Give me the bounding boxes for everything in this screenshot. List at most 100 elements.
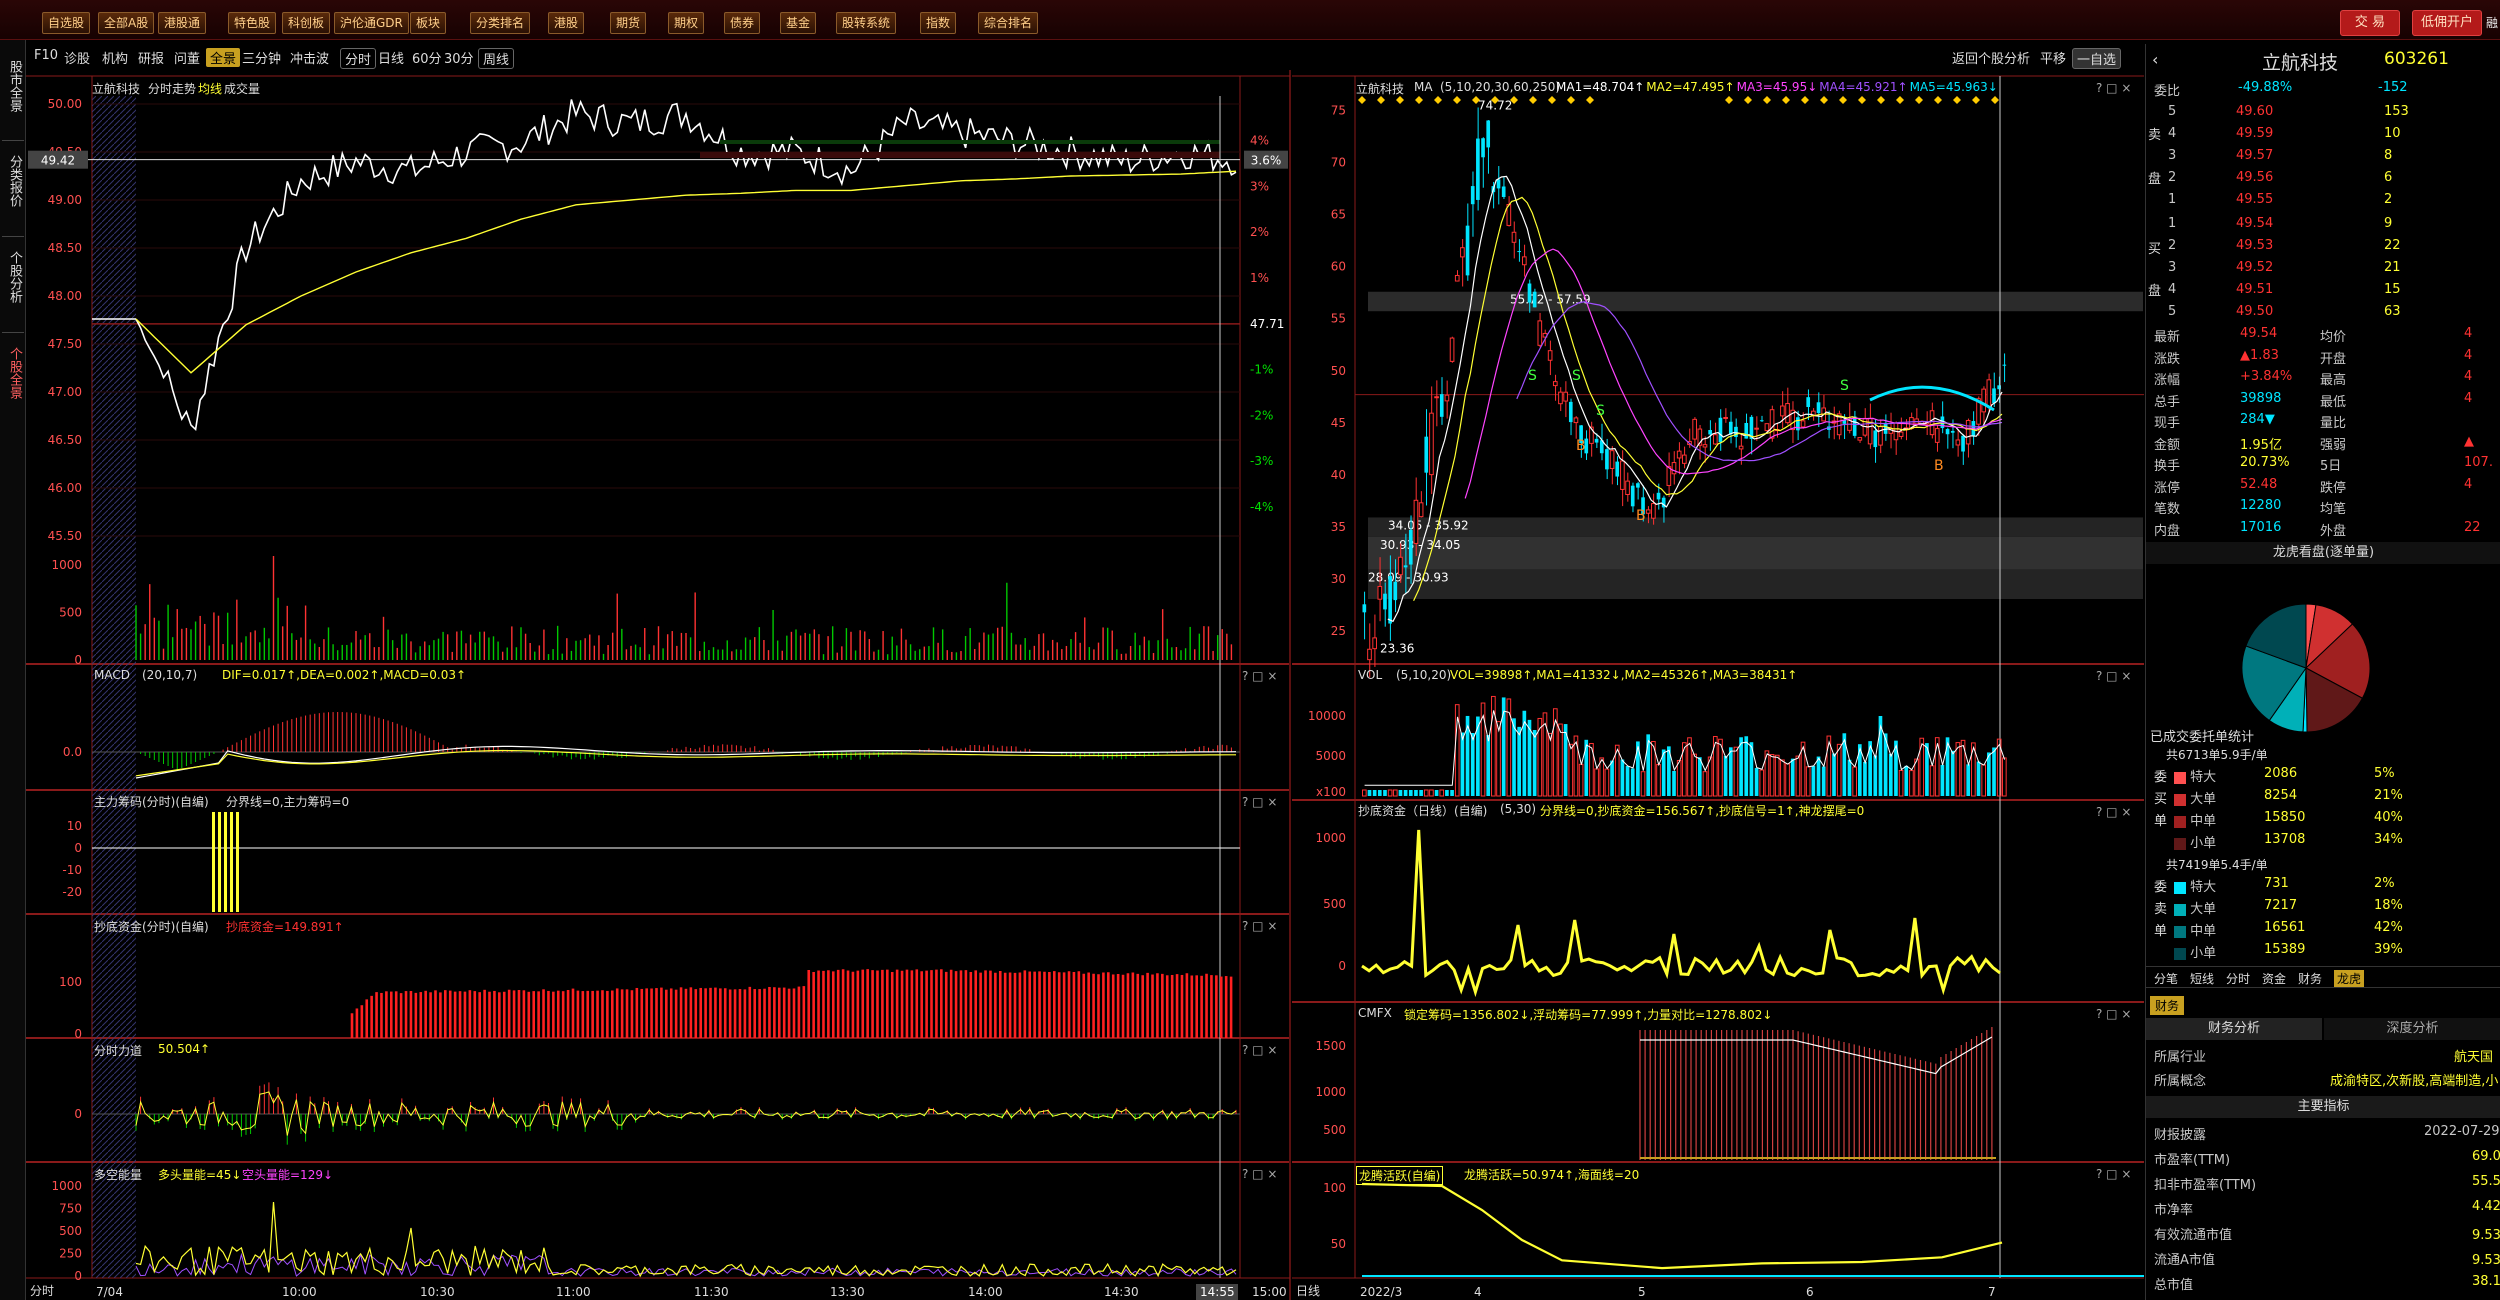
trade-button[interactable]: 交 易 (2340, 10, 2400, 36)
legend-swatch (2174, 881, 2186, 894)
lt-title[interactable]: 龙腾活跃(自编) (1356, 1166, 1444, 1185)
signal-b-0: B (1576, 438, 1586, 454)
rvol-bar-36 (1547, 733, 1553, 797)
legend-swatch (2174, 837, 2186, 850)
rvol-bar-51 (1625, 765, 1630, 796)
candle-body-88 (1816, 402, 1821, 414)
quote-tab-4[interactable]: 财务 (2298, 970, 2322, 987)
time-label-1: 10:00 (282, 1285, 317, 1299)
fin-tab[interactable]: 财务 (2150, 996, 2185, 1015)
candle-body-117 (1965, 419, 1971, 445)
macd-zero-tick: 0.0 (63, 745, 82, 759)
candle-body-81 (1780, 405, 1785, 417)
time-label-4: 11:30 (694, 1285, 729, 1299)
support-band-1 (1368, 517, 2143, 537)
quote-tab-5[interactable]: 龙虎 (2334, 970, 2365, 987)
order-row-832-3: 小单 15389 39% (2154, 942, 2499, 963)
candle-body-36 (1547, 350, 1553, 361)
rcd-tick-1: 500 (1323, 897, 1346, 911)
rvol-bar-74 (1744, 736, 1749, 796)
rcd-title[interactable]: 抄底资金（日线）(自编) (1358, 802, 1487, 819)
macd-title[interactable]: MACD (94, 668, 130, 682)
left-vol-tick-1: 500 (59, 606, 82, 620)
right-price-tick-4: 55 (1331, 312, 1346, 326)
ma-value-4: MA5=45.963↓ (1909, 80, 1998, 94)
vol-params: (5,10,20) (1396, 668, 1452, 682)
support-band-3 (1368, 569, 2143, 599)
right-vol-tick-1: 5000 (1315, 749, 1346, 763)
candle-body-2 (1372, 637, 1377, 650)
rvol-bar-117 (1966, 764, 1971, 796)
zl-tick-3: -20 (62, 885, 82, 899)
rvol-bar-42 (1578, 763, 1584, 797)
candle-body-34 (1537, 320, 1543, 346)
right-bottom-label[interactable]: 日线 (1296, 1282, 1320, 1299)
dk-tick-4: 0 (74, 1269, 82, 1283)
candle-body-111 (1934, 428, 1940, 443)
quote-tab-2[interactable]: 分时 (2226, 970, 2250, 987)
candle-body-78 (1764, 423, 1770, 432)
open-account-button[interactable]: 低佣开户 (2412, 10, 2482, 36)
buy-side-label: 买 (2148, 242, 2162, 257)
candle-body-71 (1728, 421, 1733, 435)
dk-tick-3: 250 (59, 1247, 82, 1261)
rvol-bar-38 (1558, 723, 1563, 797)
zl-title[interactable]: 主力筹码(分时)(自编) (94, 793, 209, 810)
rvol-bar-87 (1811, 765, 1816, 796)
candle-body-124 (2002, 364, 2007, 366)
dk-title[interactable]: 多空能量 (94, 1166, 142, 1183)
candle-body-3 (1377, 585, 1383, 600)
signal-diamond-19 (1839, 96, 1847, 104)
charts-canvas[interactable]: ? □ × ? □ × ? □ × ? □ × ? □ × ? □ × ? □ × ? □ ×… (0, 0, 2145, 1300)
sell-total: 共7419单5.4手/单 (2166, 858, 2268, 872)
cd-tick-1: 0 (74, 1027, 82, 1041)
rvol-bar-105 (1904, 765, 1909, 796)
quote-panel: ‹ 立航科技 603261 委比 -49.88% -152 5 49.60 153 4… (2145, 44, 2500, 1300)
industry-row: 所属行业 航天国 (2154, 1050, 2494, 1065)
rvol-bar-48 (1610, 760, 1614, 796)
left-bottom-label[interactable]: 分时 (30, 1282, 54, 1299)
quote-tab-1[interactable]: 短线 (2190, 970, 2214, 987)
fl-title[interactable]: 分时力道 (94, 1042, 142, 1059)
candle-body-12 (1424, 436, 1429, 473)
ma-value-0: MA1=48.704↑ (1556, 80, 1645, 94)
quote-tab-0[interactable]: 分笔 (2154, 970, 2178, 987)
candle-body-68 (1712, 434, 1718, 445)
rvol-bar-120 (1981, 764, 1987, 797)
candle-body-1 (1367, 648, 1372, 661)
candle-body-39 (1563, 391, 1568, 402)
signal-diamond-13 (1725, 96, 1733, 104)
rvol-bar-124 (2002, 757, 2007, 797)
left-price-tick-6: 47.00 (48, 385, 82, 399)
left-price-tick-2: 49.00 (48, 193, 82, 207)
rvol-bar-107 (1914, 758, 1919, 797)
left-base-price: 47.71 (1250, 317, 1284, 331)
time-label-5: 13:30 (830, 1285, 865, 1299)
vol-title[interactable]: VOL (1358, 668, 1382, 682)
back-icon[interactable]: ‹ (2152, 50, 2158, 69)
candle-body-15 (1439, 394, 1444, 417)
candle-body-69 (1718, 417, 1723, 443)
pie-title: 龙虎看盘(逐单量) (2146, 542, 2500, 564)
stat-row-6: 换手 20.73% 5日 107. (2154, 455, 2493, 474)
rvol-bar-52 (1630, 768, 1635, 796)
right-price-tick-9: 30 (1331, 572, 1346, 586)
right-price-tick-7: 40 (1331, 468, 1346, 482)
cmfx-title[interactable]: CMFX (1358, 1006, 1392, 1020)
rvol-bar-15 (1439, 789, 1445, 797)
candle-body-122 (1992, 388, 1996, 404)
cd-title[interactable]: 抄底资金(分时)(自编) (94, 918, 209, 935)
quote-tab-3[interactable]: 资金 (2262, 970, 2286, 987)
rvol-bar-84 (1795, 755, 1801, 797)
stat-row-9: 内盘 17016 外盘 22 (2154, 519, 2481, 539)
legend-swatch (2174, 903, 2186, 916)
rvol-bar-99 (1873, 755, 1878, 796)
fin-subtab-analysis[interactable]: 财务分析 (2146, 1018, 2322, 1040)
quote-tabs: 分笔 短线 分时 资金 财务 龙虎 (2146, 966, 2500, 988)
ask-level-1: 1 49.55 2 (2168, 192, 2393, 207)
ma-label[interactable]: MA (1414, 80, 1433, 94)
candle-body-52 (1630, 485, 1635, 507)
signal-b-1: B (1636, 508, 1646, 524)
rvol-bar-46 (1599, 757, 1605, 797)
fin-subtab-deep[interactable]: 深度分析 (2324, 1018, 2500, 1040)
